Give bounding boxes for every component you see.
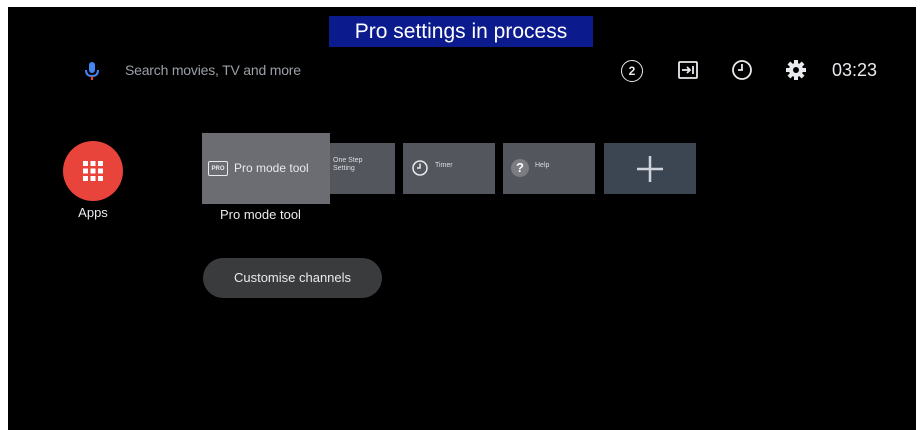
plus-icon — [637, 156, 663, 182]
help-icon: ? — [511, 159, 529, 177]
apps-button[interactable] — [63, 141, 123, 201]
settings-icon[interactable] — [784, 58, 808, 82]
timer-card[interactable]: Timer — [403, 143, 495, 194]
add-app-card[interactable] — [604, 143, 696, 194]
tv-home-screen: Pro settings in process Search movies, T… — [8, 7, 916, 430]
notifications-icon[interactable]: 2 — [621, 60, 643, 82]
focused-card-caption: Pro mode tool — [220, 207, 301, 222]
timer-label: Timer — [435, 162, 453, 169]
one-step-setting-card[interactable]: One Step Setting — [327, 143, 395, 194]
timer-icon[interactable] — [730, 58, 754, 82]
pro-icon: PRO — [208, 160, 228, 176]
help-label: Help — [535, 162, 550, 169]
timer-icon — [412, 160, 428, 176]
apps-grid-icon — [83, 161, 103, 181]
search-input[interactable]: Search movies, TV and more — [125, 59, 301, 81]
mic-icon[interactable] — [82, 59, 102, 83]
customise-channels-button[interactable]: Customise channels — [203, 258, 382, 298]
pro-mode-tool-card[interactable]: PRO Pro mode tool — [202, 133, 330, 204]
input-icon[interactable] — [677, 60, 699, 80]
clock: 03:23 — [832, 60, 878, 80]
help-card[interactable]: ? Help — [503, 143, 595, 194]
apps-label: Apps — [78, 205, 108, 220]
pro-mode-tool-label: Pro mode tool — [234, 161, 309, 175]
status-banner: Pro settings in process — [329, 16, 593, 47]
one-step-setting-label: One Step Setting — [333, 157, 363, 172]
